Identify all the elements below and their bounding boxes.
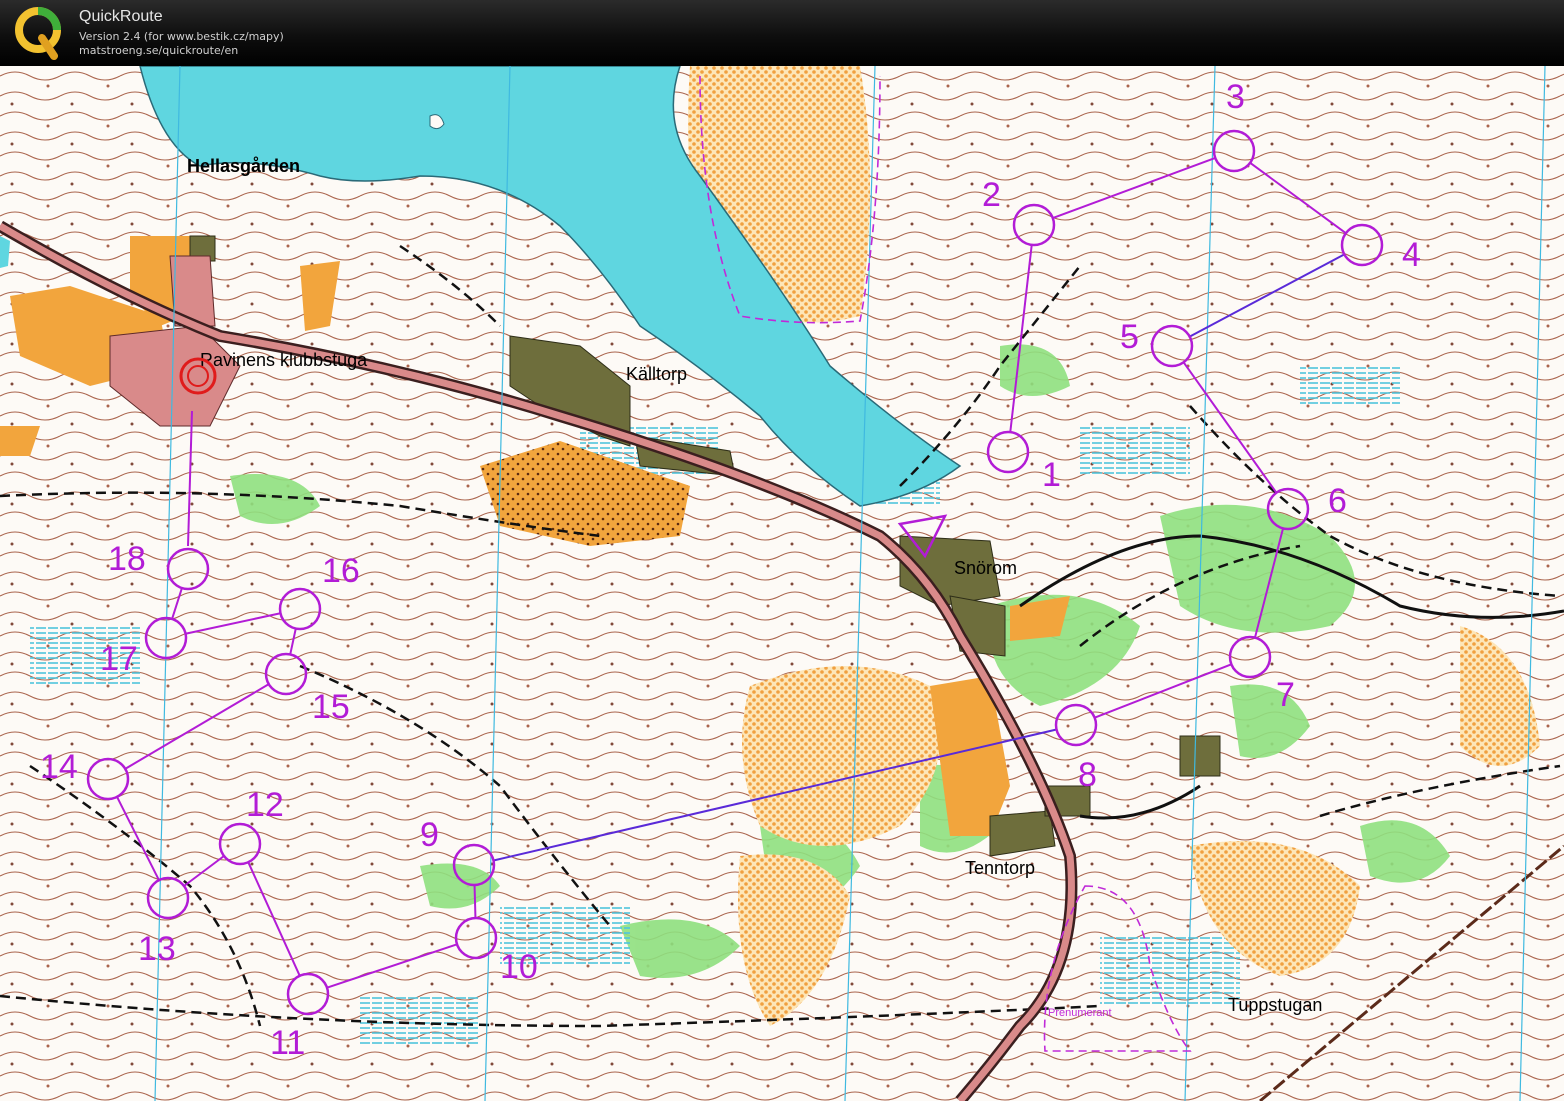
control-number-17: 17	[100, 640, 138, 678]
orienteering-map[interactable]: Hellasgården Ravinens klubbstuga Källtorp S…	[0, 66, 1564, 1101]
app-title: QuickRoute	[79, 8, 163, 25]
map-canvas[interactable]: Hellasgården Ravinens klubbstuga Källtorp S…	[0, 66, 1564, 1101]
place-name-snorom: Snörom	[954, 558, 1017, 578]
place-name-ravinens: Ravinens klubbstuga	[200, 350, 368, 370]
app-url[interactable]: matstroeng.se/quickroute/en	[79, 44, 238, 57]
control-number-6: 6	[1328, 482, 1347, 520]
small-map-label: Prenumerant	[1048, 1007, 1112, 1019]
place-name-kalltorp: Källtorp	[626, 364, 687, 384]
control-number-7: 7	[1276, 676, 1295, 714]
quickroute-logo	[15, 7, 61, 60]
control-number-15: 15	[312, 688, 350, 726]
control-number-5: 5	[1120, 318, 1139, 356]
app-header: QuickRoute Version 2.4 (for www.bestik.c…	[0, 0, 1564, 66]
control-number-10: 10	[500, 948, 538, 986]
control-number-2: 2	[982, 176, 1001, 214]
control-number-1: 1	[1042, 456, 1061, 494]
control-number-12: 12	[246, 786, 284, 824]
place-name-tuppstugan: Tuppstugan	[1228, 995, 1322, 1015]
control-number-18: 18	[108, 540, 146, 578]
control-number-14: 14	[40, 748, 78, 786]
control-number-16: 16	[322, 552, 360, 590]
place-name-hellasgarden: Hellasgården	[187, 156, 300, 176]
control-number-3: 3	[1226, 78, 1245, 116]
place-name-tenntorp: Tenntorp	[965, 858, 1035, 878]
control-number-9: 9	[420, 816, 439, 854]
control-number-11: 11	[270, 1024, 305, 1062]
app-version: Version 2.4 (for www.bestik.cz/mapy)	[79, 30, 284, 43]
control-number-8: 8	[1078, 756, 1097, 794]
control-number-13: 13	[138, 930, 176, 968]
control-number-4: 4	[1402, 236, 1421, 274]
course-leg-9	[473, 884, 477, 919]
